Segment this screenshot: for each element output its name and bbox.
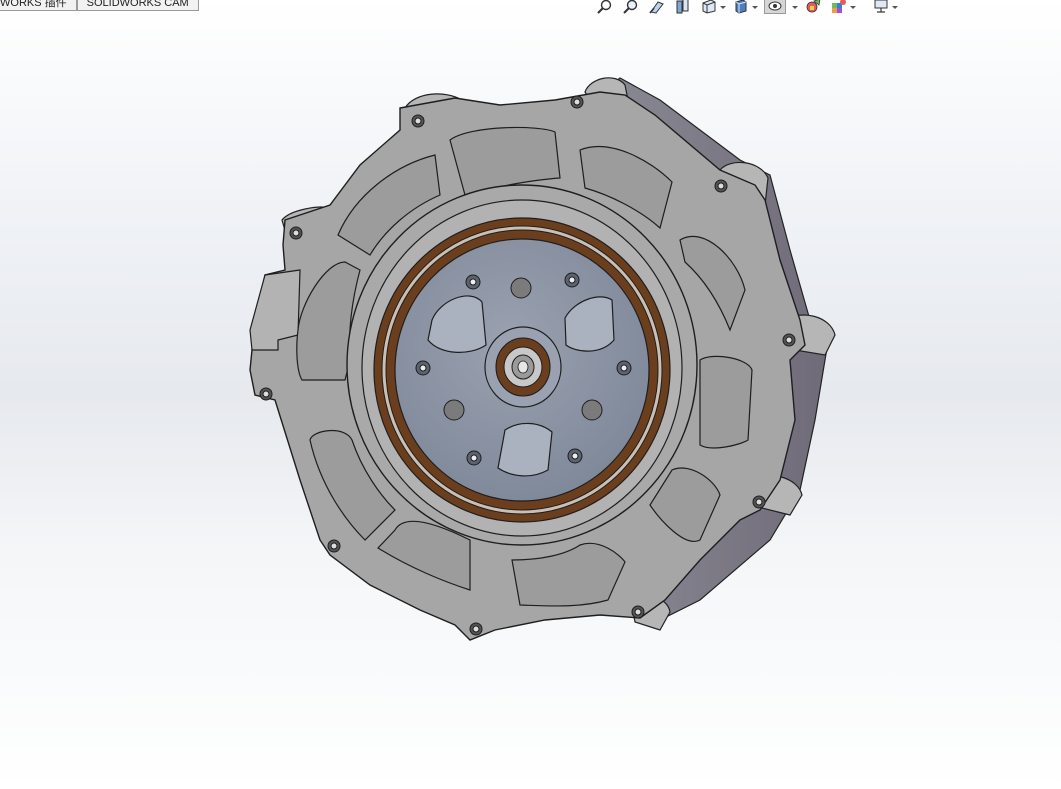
hub-center: [517, 360, 529, 374]
graphics-area[interactable]: WORKS 插件 SOLIDWORKS CAM: [0, 0, 1061, 789]
motor-housing-model[interactable]: [0, 0, 1061, 789]
